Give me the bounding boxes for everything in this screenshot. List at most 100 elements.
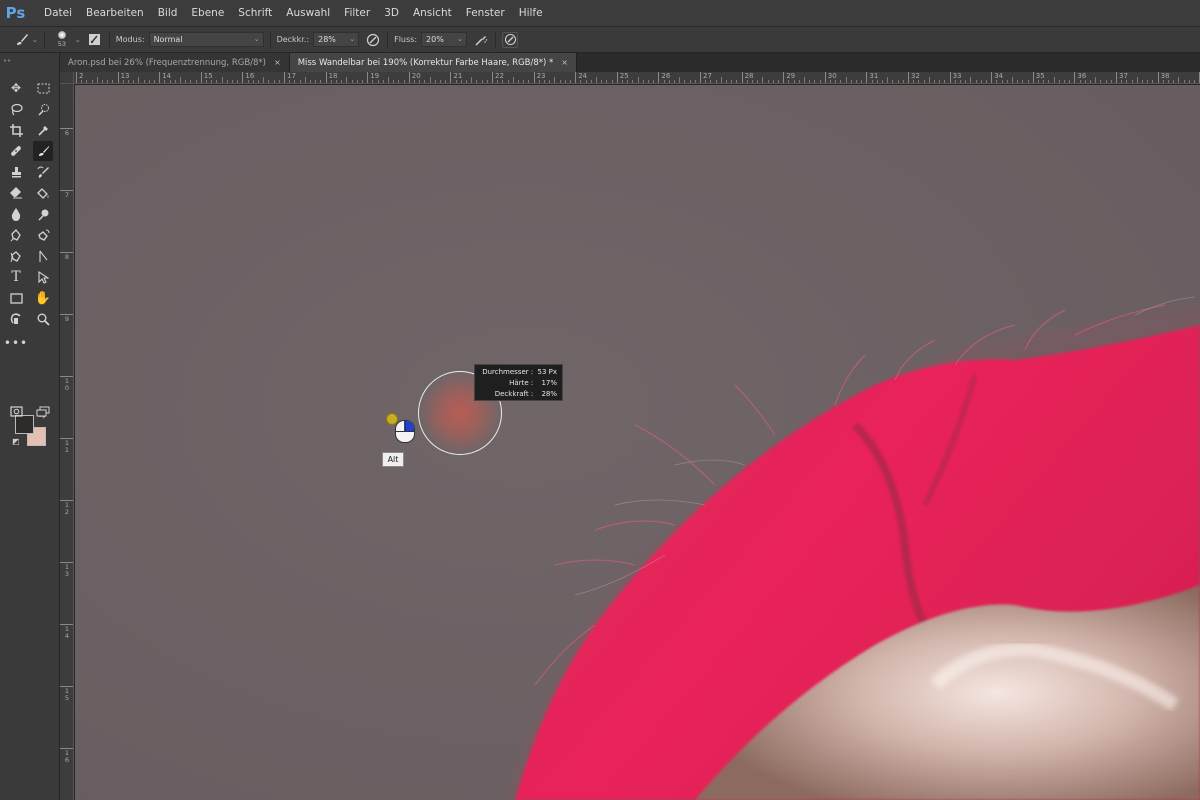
hand-tool-icon[interactable]: ✋ — [33, 288, 53, 308]
ruler-minor-tick — [232, 80, 233, 83]
zoom-tool-icon[interactable] — [33, 309, 53, 329]
ruler-minor-tick — [1069, 80, 1071, 83]
ruler-minor-tick — [554, 77, 556, 83]
airbrush-icon[interactable] — [473, 32, 489, 48]
menu-3d[interactable]: 3D — [377, 0, 406, 27]
ruler-minor-tick — [476, 80, 478, 83]
quick-mask-icon[interactable] — [6, 401, 26, 421]
ruler-minor-tick — [169, 80, 171, 83]
tab-aron[interactable]: Aron.psd bei 26% (Frequenztrennung, RGB/… — [60, 53, 290, 72]
move-tool-icon[interactable]: ✥ — [6, 78, 26, 98]
ruler-minor-tick — [403, 80, 405, 83]
quick-selection-tool-icon[interactable] — [33, 99, 53, 119]
blur-tool-icon[interactable] — [6, 204, 26, 224]
separator — [495, 30, 497, 49]
opacity-field[interactable]: 28% ⌄ — [313, 32, 360, 47]
menu-schrift[interactable]: Schrift — [231, 0, 279, 27]
flow-field[interactable]: 20% ⌄ — [421, 32, 468, 47]
chevron-down-icon[interactable]: ⌄ — [32, 36, 38, 44]
ruler-minor-tick — [809, 80, 811, 83]
ruler-minor-tick — [1084, 80, 1086, 83]
hud-key: Durchmesser : — [482, 368, 534, 376]
ruler-minor-tick — [970, 77, 972, 83]
rectangle-tool-icon[interactable] — [6, 288, 26, 308]
default-colors-icon[interactable]: ◩ — [12, 437, 20, 446]
ruler-minor-tick — [102, 80, 103, 83]
ruler-origin[interactable] — [60, 72, 74, 84]
close-icon[interactable]: × — [274, 58, 281, 67]
ruler-minor-tick — [518, 80, 519, 83]
dodge-tool-icon[interactable] — [33, 204, 53, 224]
ruler-minor-tick — [736, 80, 738, 83]
ruler-minor-tick — [596, 77, 597, 83]
menu-filter[interactable]: Filter — [337, 0, 377, 27]
ruler-minor-tick — [762, 77, 764, 83]
clone-stamp-tool-icon[interactable] — [6, 162, 26, 182]
ruler-minor-tick — [388, 77, 389, 83]
path-selection-tool-icon[interactable] — [33, 246, 53, 266]
crop-tool-icon[interactable] — [6, 120, 26, 140]
brush-preset-picker[interactable]: 53 — [51, 29, 73, 51]
curvature-pen-tool-icon[interactable] — [6, 246, 26, 266]
ruler-minor-tick — [81, 80, 83, 83]
eraser-tool-icon[interactable] — [6, 183, 26, 203]
ruler-minor-tick — [1022, 80, 1024, 83]
ruler-minor-tick — [1105, 80, 1107, 83]
ruler-minor-tick — [216, 80, 218, 83]
more-tools-icon[interactable]: ••• — [4, 333, 27, 353]
ruler-minor-tick — [705, 80, 707, 83]
ruler-minor-tick — [960, 80, 961, 83]
healing-brush-tool-icon[interactable] — [6, 141, 26, 161]
menu-ebene[interactable]: Ebene — [184, 0, 231, 27]
pressure-size-icon[interactable] — [502, 31, 519, 48]
chevron-down-icon[interactable]: ⌄ — [75, 36, 81, 44]
freeform-pen-tool-icon[interactable] — [33, 225, 53, 245]
ruler-minor-tick — [544, 80, 545, 83]
menu-datei[interactable]: Datei — [37, 0, 79, 27]
ruler-minor-tick — [1006, 80, 1008, 83]
menu-bild[interactable]: Bild — [151, 0, 185, 27]
ruler-minor-tick — [918, 80, 920, 83]
ruler-minor-tick — [206, 80, 207, 83]
ruler-minor-tick — [778, 80, 779, 83]
ruler-minor-tick — [694, 80, 696, 83]
blend-mode-select[interactable]: Normal ⌄ — [148, 32, 264, 47]
close-icon[interactable]: × — [561, 58, 568, 67]
menu-hilfe[interactable]: Hilfe — [512, 0, 550, 27]
ruler-minor-tick — [112, 80, 114, 83]
brush-tool-icon[interactable] — [33, 141, 53, 161]
vertical-ruler[interactable]: 6 7 8 9 10 11 12 13 14 15 16 — [60, 84, 74, 800]
ruler-minor-tick — [393, 80, 395, 83]
menu-auswahl[interactable]: Auswahl — [279, 0, 337, 27]
lasso-tool-icon[interactable] — [6, 99, 26, 119]
ruler-minor-tick — [1173, 80, 1175, 83]
paint-bucket-tool-icon[interactable] — [33, 183, 53, 203]
ruler-minor-tick — [996, 80, 998, 83]
menu-bearbeiten[interactable]: Bearbeiten — [79, 0, 151, 27]
pressure-opacity-icon[interactable] — [365, 32, 381, 48]
ruler-minor-tick — [856, 80, 857, 83]
tab-miss-wandelbar[interactable]: Miss Wandelbar bei 190% (Korrektur Farbe… — [289, 53, 577, 72]
ruler-minor-tick — [148, 80, 150, 83]
ruler-minor-tick — [523, 80, 525, 83]
brush-tool-icon[interactable] — [14, 32, 30, 48]
pen-tool-icon[interactable] — [6, 225, 26, 245]
ruler-minor-tick — [440, 80, 441, 83]
rotate-view-tool-icon[interactable] — [6, 309, 26, 329]
horizontal-ruler[interactable]: 2 13 14 15 16 17 18 19 20 21 22 23 24 25 26 27 28 29 30 31 3… — [74, 72, 1200, 84]
screen-mode-icon[interactable] — [33, 401, 53, 421]
type-tool-icon[interactable]: T — [6, 267, 26, 287]
marquee-tool-icon[interactable] — [33, 78, 53, 98]
direct-selection-tool-icon[interactable] — [33, 267, 53, 287]
menu-ansicht[interactable]: Ansicht — [406, 0, 459, 27]
eyedropper-tool-icon[interactable] — [33, 120, 53, 140]
ruler-minor-tick — [627, 80, 629, 83]
ruler-minor-tick — [663, 80, 665, 83]
history-brush-tool-icon[interactable] — [33, 162, 53, 182]
brush-panel-icon[interactable] — [87, 32, 103, 48]
document-canvas[interactable]: Durchmesser : 53 Px Härte : 17% Deckkraf… — [75, 85, 1200, 800]
ruler-minor-tick — [648, 80, 649, 83]
panel-grip-icon[interactable]: ▸▸ — [4, 57, 12, 64]
menu-fenster[interactable]: Fenster — [459, 0, 512, 27]
ruler-minor-tick — [570, 80, 571, 83]
